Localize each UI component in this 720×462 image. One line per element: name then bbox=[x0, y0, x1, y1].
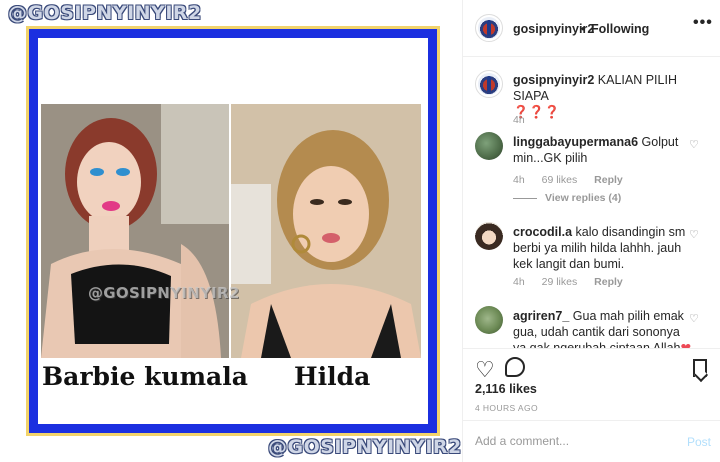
photo-watermark: @GOSIPNYINYIR2 bbox=[88, 284, 240, 302]
heart-icon[interactable]: ♡ bbox=[475, 357, 495, 383]
avatar[interactable] bbox=[475, 306, 503, 334]
following-button[interactable]: Following bbox=[591, 22, 649, 36]
avatar[interactable] bbox=[475, 132, 503, 160]
caption-username[interactable]: gosipnyinyir2 bbox=[513, 73, 594, 87]
comment-input[interactable] bbox=[475, 434, 675, 448]
comment-meta: 4h 69 likes Reply bbox=[513, 174, 637, 186]
post-header: gosipnyinyir2 • Following ••• bbox=[463, 0, 720, 57]
caption-time: 4h bbox=[513, 114, 525, 126]
comment-text: linggabayupermana6 Golput min...GK pilih bbox=[513, 134, 693, 166]
comment-username[interactable]: agriren7_ bbox=[513, 309, 569, 323]
photo-right bbox=[231, 104, 421, 358]
comment-icon[interactable] bbox=[505, 357, 525, 377]
avatar[interactable] bbox=[475, 14, 503, 42]
header-separator: • bbox=[581, 22, 586, 36]
comment-username[interactable]: crocodil.a bbox=[513, 225, 572, 239]
label-left: Barbie kumala bbox=[42, 362, 248, 391]
add-comment-bar: Post bbox=[463, 420, 720, 462]
avatar[interactable] bbox=[475, 70, 503, 98]
comment-time: 4h bbox=[513, 174, 525, 186]
reply-button[interactable]: Reply bbox=[594, 174, 623, 186]
likes-count[interactable]: 2,116 likes bbox=[475, 382, 537, 396]
comment-time: 4h bbox=[513, 276, 525, 288]
view-replies-label: View replies (4) bbox=[545, 192, 622, 204]
label-right: Hilda bbox=[294, 362, 371, 391]
heart-emoji: ❤ bbox=[680, 341, 691, 348]
caption-meta: 4h bbox=[513, 114, 539, 126]
photo-left bbox=[41, 104, 229, 358]
more-icon[interactable]: ••• bbox=[693, 14, 713, 32]
post-button[interactable]: Post bbox=[687, 435, 711, 449]
comment-meta: 4h 29 likes Reply bbox=[513, 276, 637, 288]
post-side-panel: gosipnyinyir2 • Following ••• gosipnyiny… bbox=[462, 0, 720, 462]
like-comment-heart-icon[interactable]: ♡ bbox=[689, 138, 699, 151]
like-comment-heart-icon[interactable]: ♡ bbox=[689, 228, 699, 241]
watermark-top: @GOSIPNYINYIR2 bbox=[8, 2, 202, 24]
post-timestamp: 4 HOURS AGO bbox=[475, 403, 538, 413]
bookmark-icon[interactable] bbox=[693, 359, 707, 377]
avatar[interactable] bbox=[475, 222, 503, 250]
watermark-bottom: @GOSIPNYINYIR2 bbox=[268, 436, 462, 458]
comment-username[interactable]: linggabayupermana6 bbox=[513, 135, 638, 149]
caption-text: gosipnyinyir2 KALIAN PILIH SIAPA ❓❓❓ bbox=[513, 72, 693, 120]
comment-text: crocodil.a kalo disandingin sm berbi ya … bbox=[513, 224, 693, 272]
comments-list[interactable]: gosipnyinyir2 KALIAN PILIH SIAPA ❓❓❓ 4h … bbox=[463, 58, 720, 348]
like-comment-heart-icon[interactable]: ♡ bbox=[689, 312, 699, 325]
comment-likes[interactable]: 29 likes bbox=[542, 276, 578, 288]
post-actions: ♡ 2,116 likes 4 HOURS AGO bbox=[463, 348, 720, 418]
comment-likes[interactable]: 69 likes bbox=[542, 174, 578, 186]
view-replies-line bbox=[513, 197, 537, 199]
photo-right-figure bbox=[231, 104, 421, 358]
comment-text: agriren7_ Gua mah pilih emak gua, udah c… bbox=[513, 308, 693, 348]
post-image[interactable]: @GOSIPNYINYIR2 @GOSIPNYINYIR2 Barbie kum… bbox=[0, 0, 462, 462]
photo-left-figure bbox=[41, 104, 229, 358]
view-replies-button[interactable]: View replies (4) bbox=[513, 192, 621, 204]
reply-button[interactable]: Reply bbox=[594, 276, 623, 288]
